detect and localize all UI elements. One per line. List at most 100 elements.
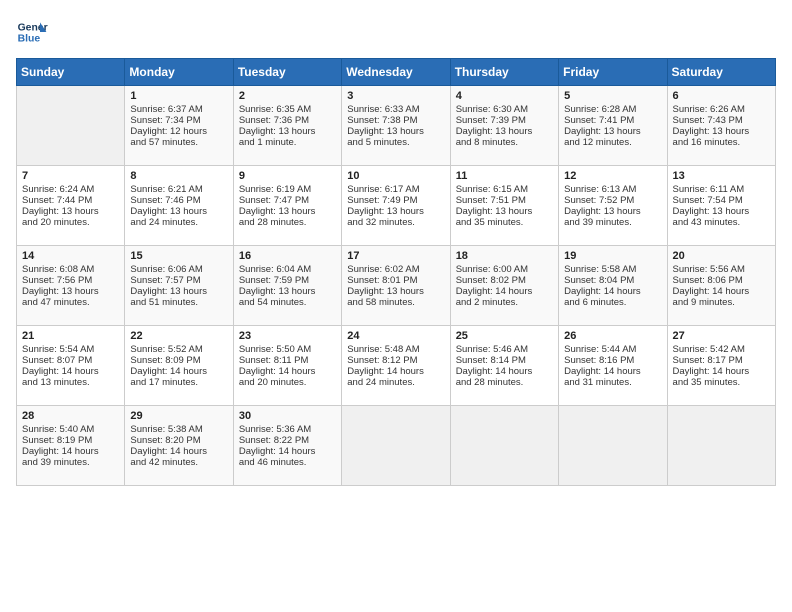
day-info: and 20 minutes.	[239, 377, 336, 388]
day-info: Sunrise: 5:56 AM	[673, 264, 770, 275]
day-info: Sunrise: 6:30 AM	[456, 104, 553, 115]
day-info: and 2 minutes.	[456, 297, 553, 308]
calendar-cell: 17Sunrise: 6:02 AMSunset: 8:01 PMDayligh…	[342, 246, 450, 326]
calendar-cell: 6Sunrise: 6:26 AMSunset: 7:43 PMDaylight…	[667, 86, 775, 166]
day-info: Daylight: 13 hours	[239, 206, 336, 217]
calendar-cell: 9Sunrise: 6:19 AMSunset: 7:47 PMDaylight…	[233, 166, 341, 246]
calendar-cell	[342, 406, 450, 486]
calendar-cell: 1Sunrise: 6:37 AMSunset: 7:34 PMDaylight…	[125, 86, 233, 166]
day-info: and 8 minutes.	[456, 137, 553, 148]
day-info: and 43 minutes.	[673, 217, 770, 228]
calendar-cell: 27Sunrise: 5:42 AMSunset: 8:17 PMDayligh…	[667, 326, 775, 406]
day-number: 30	[239, 410, 336, 422]
day-info: Sunset: 7:34 PM	[130, 115, 227, 126]
day-info: and 24 minutes.	[130, 217, 227, 228]
calendar-cell: 13Sunrise: 6:11 AMSunset: 7:54 PMDayligh…	[667, 166, 775, 246]
day-info: Daylight: 14 hours	[130, 366, 227, 377]
calendar-cell: 19Sunrise: 5:58 AMSunset: 8:04 PMDayligh…	[559, 246, 667, 326]
calendar-cell: 3Sunrise: 6:33 AMSunset: 7:38 PMDaylight…	[342, 86, 450, 166]
day-info: Daylight: 13 hours	[22, 206, 119, 217]
day-info: Sunrise: 6:08 AM	[22, 264, 119, 275]
calendar-cell: 22Sunrise: 5:52 AMSunset: 8:09 PMDayligh…	[125, 326, 233, 406]
day-info: Daylight: 13 hours	[22, 286, 119, 297]
day-info: Sunset: 7:54 PM	[673, 195, 770, 206]
day-header-monday: Monday	[125, 59, 233, 86]
day-info: Sunrise: 6:19 AM	[239, 184, 336, 195]
day-info: Sunrise: 6:28 AM	[564, 104, 661, 115]
day-info: and 57 minutes.	[130, 137, 227, 148]
day-info: Daylight: 14 hours	[130, 446, 227, 457]
day-info: Daylight: 13 hours	[456, 206, 553, 217]
calendar-cell: 24Sunrise: 5:48 AMSunset: 8:12 PMDayligh…	[342, 326, 450, 406]
day-number: 16	[239, 250, 336, 262]
day-header-friday: Friday	[559, 59, 667, 86]
day-info: Daylight: 13 hours	[456, 126, 553, 137]
day-number: 3	[347, 90, 444, 102]
day-number: 1	[130, 90, 227, 102]
day-info: Sunset: 8:14 PM	[456, 355, 553, 366]
calendar-cell: 16Sunrise: 6:04 AMSunset: 7:59 PMDayligh…	[233, 246, 341, 326]
day-number: 20	[673, 250, 770, 262]
calendar-cell: 15Sunrise: 6:06 AMSunset: 7:57 PMDayligh…	[125, 246, 233, 326]
calendar-cell: 20Sunrise: 5:56 AMSunset: 8:06 PMDayligh…	[667, 246, 775, 326]
day-info: Sunset: 7:59 PM	[239, 275, 336, 286]
calendar-cell	[559, 406, 667, 486]
day-header-thursday: Thursday	[450, 59, 558, 86]
day-number: 7	[22, 170, 119, 182]
day-info: Sunrise: 5:58 AM	[564, 264, 661, 275]
calendar-cell: 7Sunrise: 6:24 AMSunset: 7:44 PMDaylight…	[17, 166, 125, 246]
day-info: Sunset: 7:57 PM	[130, 275, 227, 286]
day-info: and 16 minutes.	[673, 137, 770, 148]
day-info: and 28 minutes.	[456, 377, 553, 388]
day-info: Sunrise: 6:33 AM	[347, 104, 444, 115]
day-info: Sunrise: 6:26 AM	[673, 104, 770, 115]
calendar-cell: 28Sunrise: 5:40 AMSunset: 8:19 PMDayligh…	[17, 406, 125, 486]
calendar-week-2: 7Sunrise: 6:24 AMSunset: 7:44 PMDaylight…	[17, 166, 776, 246]
day-info: Daylight: 14 hours	[456, 286, 553, 297]
day-number: 21	[22, 330, 119, 342]
calendar-cell: 10Sunrise: 6:17 AMSunset: 7:49 PMDayligh…	[342, 166, 450, 246]
day-info: and 35 minutes.	[456, 217, 553, 228]
day-info: Sunrise: 6:04 AM	[239, 264, 336, 275]
calendar-cell	[667, 406, 775, 486]
day-number: 18	[456, 250, 553, 262]
day-number: 29	[130, 410, 227, 422]
day-number: 12	[564, 170, 661, 182]
day-info: Sunrise: 6:06 AM	[130, 264, 227, 275]
day-info: Daylight: 13 hours	[673, 126, 770, 137]
day-info: and 28 minutes.	[239, 217, 336, 228]
calendar-cell: 8Sunrise: 6:21 AMSunset: 7:46 PMDaylight…	[125, 166, 233, 246]
day-info: and 6 minutes.	[564, 297, 661, 308]
day-number: 15	[130, 250, 227, 262]
day-info: Sunrise: 6:13 AM	[564, 184, 661, 195]
day-number: 4	[456, 90, 553, 102]
day-number: 22	[130, 330, 227, 342]
day-info: Sunset: 7:38 PM	[347, 115, 444, 126]
day-info: and 42 minutes.	[130, 457, 227, 468]
calendar-cell: 2Sunrise: 6:35 AMSunset: 7:36 PMDaylight…	[233, 86, 341, 166]
day-info: Sunrise: 5:42 AM	[673, 344, 770, 355]
day-info: Sunrise: 5:40 AM	[22, 424, 119, 435]
calendar-cell: 26Sunrise: 5:44 AMSunset: 8:16 PMDayligh…	[559, 326, 667, 406]
calendar-cell: 30Sunrise: 5:36 AMSunset: 8:22 PMDayligh…	[233, 406, 341, 486]
day-info: and 24 minutes.	[347, 377, 444, 388]
calendar-cell: 11Sunrise: 6:15 AMSunset: 7:51 PMDayligh…	[450, 166, 558, 246]
day-info: Sunset: 8:19 PM	[22, 435, 119, 446]
day-info: Sunrise: 5:52 AM	[130, 344, 227, 355]
day-header-tuesday: Tuesday	[233, 59, 341, 86]
day-info: and 1 minute.	[239, 137, 336, 148]
calendar-cell: 18Sunrise: 6:00 AMSunset: 8:02 PMDayligh…	[450, 246, 558, 326]
day-number: 27	[673, 330, 770, 342]
day-info: Daylight: 13 hours	[347, 286, 444, 297]
logo: General Blue	[16, 16, 52, 48]
day-number: 13	[673, 170, 770, 182]
day-info: Daylight: 14 hours	[347, 366, 444, 377]
day-info: Daylight: 14 hours	[564, 366, 661, 377]
day-number: 10	[347, 170, 444, 182]
calendar-cell: 23Sunrise: 5:50 AMSunset: 8:11 PMDayligh…	[233, 326, 341, 406]
day-info: Sunset: 7:39 PM	[456, 115, 553, 126]
day-info: Sunset: 7:52 PM	[564, 195, 661, 206]
day-info: Sunset: 8:20 PM	[130, 435, 227, 446]
day-info: Daylight: 12 hours	[130, 126, 227, 137]
day-info: Sunset: 7:44 PM	[22, 195, 119, 206]
